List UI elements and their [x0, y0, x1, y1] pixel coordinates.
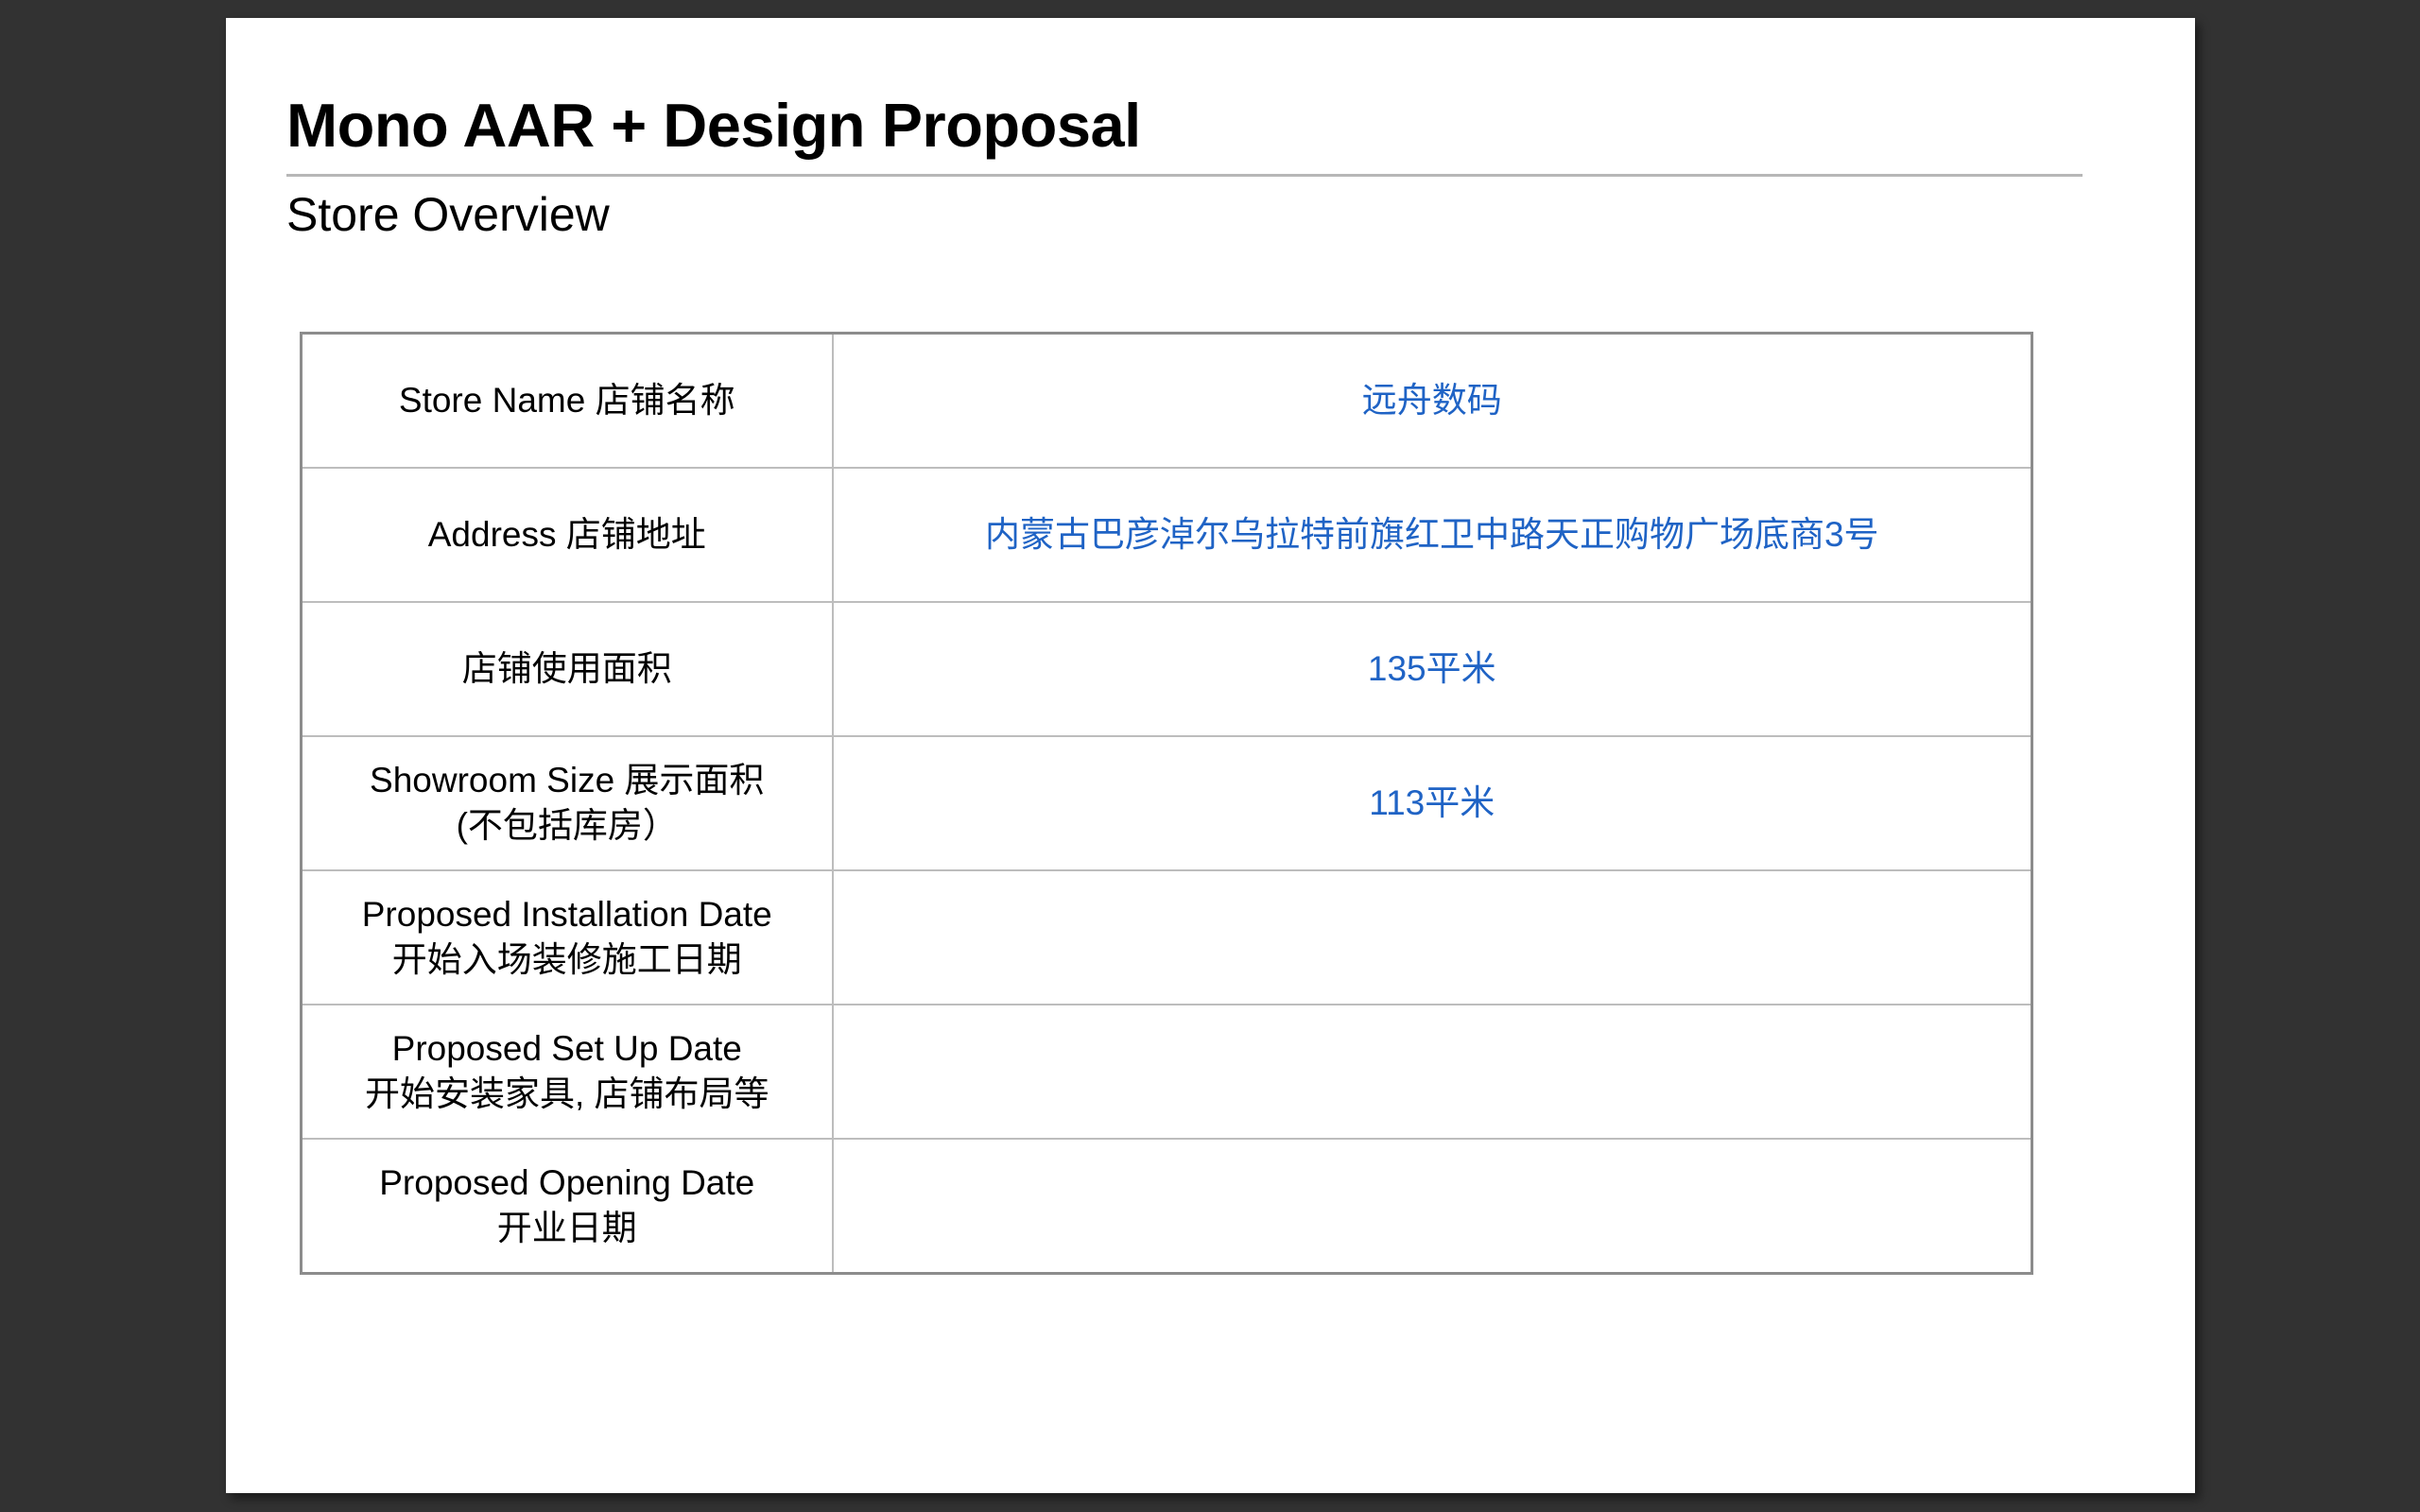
row-value-cell [833, 870, 2032, 1005]
store-overview-table: Store Name 店铺名称 远舟数码 Address 店铺地址 内蒙古巴彦淖… [300, 332, 2033, 1275]
page-title: Mono AAR + Design Proposal [286, 91, 2083, 162]
row-label-line: Proposed Set Up Date [325, 1026, 809, 1072]
row-value-cell: 113平米 [833, 736, 2032, 870]
table-row-installation-date: Proposed Installation Date 开始入场装修施工日期 [302, 870, 2032, 1005]
row-value: 135平米 [856, 646, 2009, 692]
row-label-line: 开始安装家具, 店铺布局等 [325, 1072, 809, 1117]
section-heading: Store Overview [286, 188, 2083, 243]
document-page: Mono AAR + Design Proposal Store Overvie… [226, 18, 2195, 1493]
row-label-line: 店铺使用面积 [325, 646, 809, 692]
row-value-cell: 135平米 [833, 602, 2032, 736]
row-value: 内蒙古巴彦淖尔乌拉特前旗红卫中路天正购物广场底商3号 [856, 512, 2009, 558]
row-value: 113平米 [856, 781, 2009, 826]
row-label-line: Store Name 店铺名称 [325, 378, 809, 423]
row-label-line: 开业日期 [325, 1206, 809, 1251]
table-row-store-area: 店铺使用面积 135平米 [302, 602, 2032, 736]
row-label-line: (不包括库房） [325, 803, 809, 849]
app-background: Mono AAR + Design Proposal Store Overvie… [0, 0, 2420, 1512]
table-row-opening-date: Proposed Opening Date 开业日期 [302, 1139, 2032, 1274]
row-label-cell: Proposed Installation Date 开始入场装修施工日期 [302, 870, 833, 1005]
row-label-line: 开始入场装修施工日期 [325, 937, 809, 983]
row-label-cell: Proposed Set Up Date 开始安装家具, 店铺布局等 [302, 1005, 833, 1139]
row-label-line: Proposed Opening Date [325, 1160, 809, 1206]
table-row-showroom-size: Showroom Size 展示面积 (不包括库房） 113平米 [302, 736, 2032, 870]
title-divider [286, 174, 2083, 177]
row-label-line: Address 店铺地址 [325, 512, 809, 558]
row-value-cell: 内蒙古巴彦淖尔乌拉特前旗红卫中路天正购物广场底商3号 [833, 468, 2032, 602]
row-label-cell: Proposed Opening Date 开业日期 [302, 1139, 833, 1274]
row-value-cell [833, 1005, 2032, 1139]
row-label-line: Proposed Installation Date [325, 892, 809, 937]
row-value: 远舟数码 [856, 378, 2009, 423]
table-row-address: Address 店铺地址 内蒙古巴彦淖尔乌拉特前旗红卫中路天正购物广场底商3号 [302, 468, 2032, 602]
table-row-setup-date: Proposed Set Up Date 开始安装家具, 店铺布局等 [302, 1005, 2032, 1139]
row-value-cell [833, 1139, 2032, 1274]
row-label-cell: Address 店铺地址 [302, 468, 833, 602]
row-label-line: Showroom Size 展示面积 [325, 758, 809, 803]
page-content: Mono AAR + Design Proposal Store Overvie… [226, 18, 2195, 1275]
table-row-store-name: Store Name 店铺名称 远舟数码 [302, 334, 2032, 469]
row-label-cell: Showroom Size 展示面积 (不包括库房） [302, 736, 833, 870]
row-value-cell: 远舟数码 [833, 334, 2032, 469]
row-label-cell: Store Name 店铺名称 [302, 334, 833, 469]
row-label-cell: 店铺使用面积 [302, 602, 833, 736]
